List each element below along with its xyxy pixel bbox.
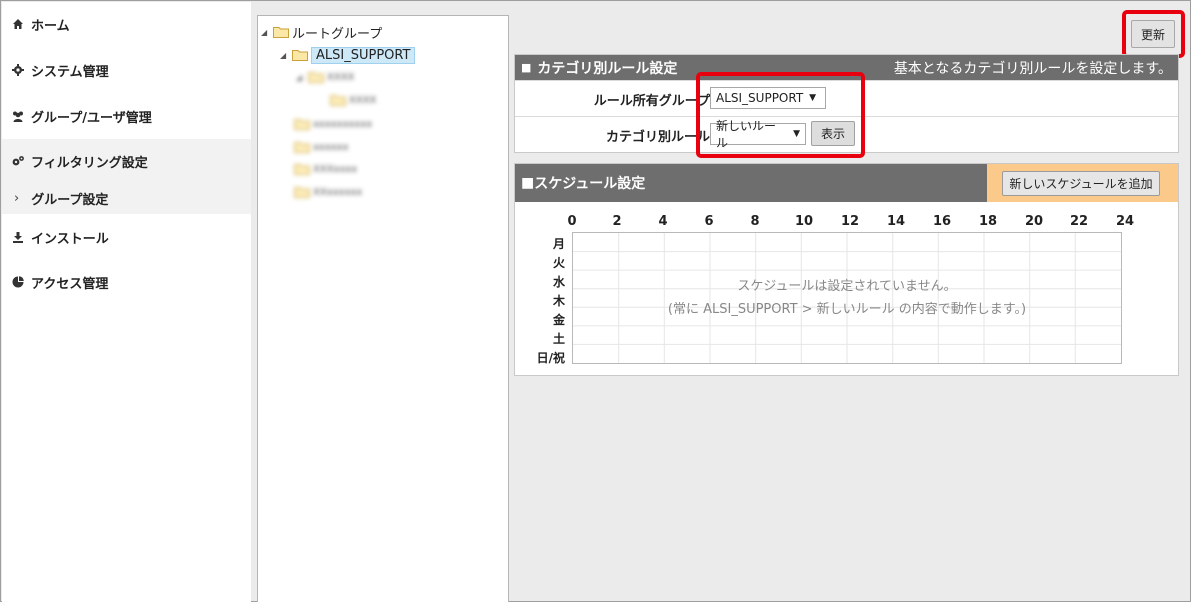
tree-node-blurred[interactable]: XXXxxxx [294,160,357,178]
sidebar-item-filtering[interactable]: フィルタリング設定 [2,139,251,183]
day-label: 木 [552,294,565,308]
day-label: 日/祝 [536,351,565,365]
sidebar-item-label: システム管理 [31,64,109,80]
day-label: 火 [552,256,565,270]
folder-icon [273,27,289,38]
owner-group-value: ALSI_SUPPORT [716,91,804,105]
group-tree: ◢ ルートグループ ◢ ALSI_SUPPORT ◢ XXXX XXXX xxx… [257,15,509,602]
pie-chart-icon [11,275,25,289]
sidebar-item-access[interactable]: アクセス管理 [2,260,251,304]
tree-node-label: xxxxxx [313,141,349,153]
day-label: 月 [552,237,565,251]
hour-label: 6 [704,214,714,229]
sidebar-item-label: インストール [31,231,109,247]
square-bullet-icon: ■ [521,61,532,74]
tree-node-label: XXXxxxx [313,163,358,175]
panel-header: ■ カテゴリ別ルール設定 基本となるカテゴリ別ルールを設定します。 [515,55,1178,80]
hour-label: 0 [567,214,577,229]
tree-node-selected[interactable]: ◢ ALSI_SUPPORT [280,44,416,66]
sidebar-subitem-label: グループ設定 [31,192,109,208]
users-icon [11,109,25,123]
owner-group-row: ルール所有グループ ALSI_SUPPORT ▼ [515,80,1178,117]
owner-group-select[interactable]: ALSI_SUPPORT ▼ [710,87,826,109]
panel-title: スケジュール設定 [534,176,646,192]
dropdown-arrow-icon: ▼ [809,93,817,103]
sidebar-item-system[interactable]: システム管理 [2,48,251,92]
add-schedule-area: 新しいスケジュールを追加 [987,164,1178,202]
sidebar-item-install[interactable]: インストール [2,215,251,259]
hour-label: 24 [1115,214,1135,229]
folder-icon [308,72,324,83]
hour-label: 12 [840,214,860,229]
day-label: 水 [552,275,565,289]
tree-node-label: XXXX [349,94,377,106]
hour-label: 14 [886,214,906,229]
sidebar-subitem-group-settings[interactable]: › グループ設定 [2,182,251,214]
folder-icon [294,142,310,153]
empty-schedule-message: スケジュールは設定されていません。 [737,279,957,294]
category-rule-label: カテゴリ別ルール [605,130,710,145]
folder-icon [294,164,310,175]
sidebar-item-label: グループ/ユーザ管理 [31,110,152,126]
tree-node-blurred[interactable]: ◢ XXXX [296,68,354,86]
home-icon [11,17,25,31]
hour-label: 8 [750,214,760,229]
tree-node-blurred[interactable]: xxxxxxxxxx [294,115,372,133]
show-button[interactable]: 表示 [811,121,855,146]
panel-description: 基本となるカテゴリ別ルールを設定します。 [893,61,1172,77]
download-icon [11,230,25,244]
folder-icon [294,187,310,198]
dropdown-arrow-icon: ▼ [793,129,800,139]
tree-node-label: ALSI_SUPPORT [311,46,416,64]
refresh-button[interactable]: 更新 [1131,20,1175,48]
sidebar-item-label: ホーム [31,18,70,34]
tree-node-label: ルートグループ [292,26,383,42]
category-rule-row: カテゴリ別ルール 新しいルール ▼ 表示 [515,116,1178,153]
sidebar-item-label: アクセス管理 [31,276,109,292]
expand-triangle-icon: ◢ [296,72,303,82]
panel-header: ■ スケジュール設定 新しいスケジュールを追加 [515,164,1178,202]
tree-node-blurred[interactable]: XXXX [330,91,376,109]
hour-label: 4 [658,214,668,229]
app-window: ホーム システム管理 グループ/ユーザ管理 フィルタリング設定 › グループ設定 [0,0,1191,602]
tree-node-blurred[interactable]: XXxxxxxx [294,183,362,201]
tree-node-label: XXXX [327,71,355,83]
hour-label: 16 [932,214,952,229]
chevron-right-icon: › [14,190,20,206]
hour-label: 10 [794,214,814,229]
sidebar-item-home[interactable]: ホーム [2,2,251,46]
folder-icon [294,119,310,130]
hour-label: 2 [612,214,622,229]
empty-schedule-note: (常に ALSI_SUPPORT > 新しいルール の内容で動作します。) [667,302,1027,317]
tree-node-blurred[interactable]: xxxxxx [294,138,349,156]
day-label: 金 [552,313,565,327]
folder-icon [292,50,308,61]
category-rule-value: 新しいルール [716,119,777,150]
sidebar-item-group-user[interactable]: グループ/ユーザ管理 [2,94,251,138]
tree-node-label: xxxxxxxxxx [313,118,373,130]
gear-icon [11,63,25,77]
tree-node-label: XXxxxxxx [313,186,363,198]
sidebar: ホーム システム管理 グループ/ユーザ管理 フィルタリング設定 › グループ設定 [2,2,251,602]
hour-label: 22 [1069,214,1089,229]
expand-triangle-icon[interactable]: ◢ [280,51,292,60]
hour-label: 18 [978,214,998,229]
tree-node-root[interactable]: ◢ ルートグループ [261,23,383,42]
expand-triangle-icon[interactable]: ◢ [261,28,273,37]
folder-icon [330,95,346,106]
gears-icon [11,154,25,168]
sidebar-item-label: フィルタリング設定 [31,155,148,171]
day-label: 土 [552,332,565,346]
category-rule-select[interactable]: 新しいルール ▼ [710,119,806,150]
panel-title: カテゴリ別ルール設定 [537,60,678,77]
add-schedule-button[interactable]: 新しいスケジュールを追加 [1002,171,1160,196]
hour-label: 20 [1024,214,1044,229]
category-rule-panel: ■ カテゴリ別ルール設定 基本となるカテゴリ別ルールを設定します。 ルール所有グ… [514,54,1179,153]
owner-group-label: ルール所有グループ [593,94,710,109]
square-bullet-icon: ■ [521,175,535,191]
